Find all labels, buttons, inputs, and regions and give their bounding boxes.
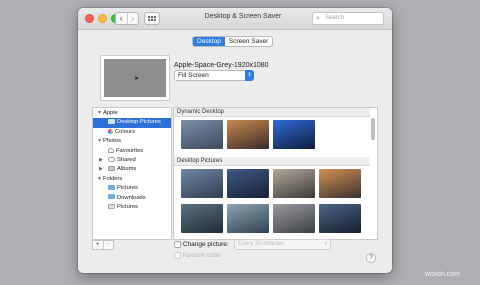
chevron-updown-icon: ⇕ xyxy=(323,241,328,247)
section-header-dynamic: Dynamic Desktop xyxy=(174,108,370,117)
random-order-label: Random order xyxy=(182,253,222,260)
tab-screen-saver[interactable]: Screen Saver xyxy=(225,37,272,46)
wallpaper-thumb[interactable] xyxy=(273,169,315,198)
wallpaper-thumb[interactable] xyxy=(181,120,223,149)
sidebar-item-downloads[interactable]: Downloads xyxy=(93,194,171,203)
wallpaper-preview: ➤ xyxy=(100,55,170,101)
sidebar-item-pictures-2[interactable]: Pictures xyxy=(93,203,171,212)
folder-icon xyxy=(108,194,115,200)
random-order-checkbox[interactable] xyxy=(174,252,181,259)
change-picture-option[interactable]: Change picture: xyxy=(174,241,229,248)
sidebar-group-folders[interactable]: ▼Folders xyxy=(93,175,171,184)
tab-desktop[interactable]: Desktop xyxy=(193,37,225,46)
search-placeholder: Search xyxy=(325,15,345,21)
sidebar-group-label: Photos xyxy=(102,138,122,145)
forward-button[interactable]: › xyxy=(126,13,139,24)
sidebar-item-pictures[interactable]: Pictures xyxy=(93,184,171,193)
sidebar-item-label: Albums xyxy=(117,166,137,173)
cloud-icon xyxy=(108,156,115,162)
cursor-icon: ➤ xyxy=(134,76,140,82)
search-input[interactable]: ⌕ Search xyxy=(312,12,384,25)
wallpaper-name: Apple-Space-Grey-1920x1080 xyxy=(174,62,269,69)
sidebar-item-label: Downloads xyxy=(117,194,146,201)
sidebar-item-colours[interactable]: Colours xyxy=(93,128,171,137)
disclosure-closed-icon[interactable]: ▶ xyxy=(99,165,103,174)
wallpaper-thumb[interactable] xyxy=(227,120,269,149)
wallpaper-thumb[interactable] xyxy=(319,169,361,198)
disclosure-closed-icon[interactable]: ▶ xyxy=(99,156,103,165)
disclosure-open-icon: ▼ xyxy=(97,110,102,116)
sidebar-group-photos[interactable]: ▼Photos xyxy=(93,137,171,146)
sidebar-group-label: Apple xyxy=(102,110,118,116)
random-order-option[interactable]: Random order xyxy=(174,252,221,259)
sidebar-item-desktop-pictures[interactable]: Desktop Pictures xyxy=(93,118,171,128)
wallpaper-thumb[interactable] xyxy=(181,204,223,233)
add-remove-control: + − xyxy=(92,240,114,250)
wallpaper-thumb[interactable] xyxy=(227,204,269,233)
source-list: ▼Apple Desktop Pictures Colours ▼Photos … xyxy=(92,107,172,240)
gallery-scrollbar[interactable] xyxy=(371,110,376,238)
search-icon: ⌕ xyxy=(316,15,320,22)
change-picture-label: Change picture: xyxy=(182,241,229,249)
sidebar-item-label: Shared xyxy=(117,156,136,163)
album-icon xyxy=(108,166,115,172)
minimize-button[interactable] xyxy=(98,14,107,23)
scrollbar-knob[interactable] xyxy=(371,118,375,140)
wallpaper-thumb[interactable] xyxy=(319,204,361,233)
back-button[interactable]: ‹ xyxy=(116,13,127,24)
wallpaper-thumb[interactable] xyxy=(273,120,315,149)
sidebar-item-label: Pictures xyxy=(117,203,138,210)
tab-bar: Desktop Screen Saver xyxy=(192,36,274,47)
watermark: wsxdn.com xyxy=(425,271,461,278)
disclosure-open-icon: ▼ xyxy=(97,138,102,145)
title-bar: ‹ › Desktop & Screen Saver ⌕ Search xyxy=(78,8,392,30)
sidebar-item-label: Pictures xyxy=(117,185,138,192)
grid-icon xyxy=(148,16,150,18)
sidebar-item-label: Desktop Pictures xyxy=(117,119,161,126)
sidebar-item-albums[interactable]: ▶ Albums xyxy=(93,165,171,174)
sidebar-item-label: Favourites xyxy=(116,147,144,154)
close-button[interactable] xyxy=(85,14,94,23)
sidebar-item-favourites[interactable]: Favourites xyxy=(93,147,171,156)
fill-mode-select[interactable]: Fill Screen ⇕ xyxy=(174,70,254,81)
fill-mode-value: Fill Screen xyxy=(178,72,209,79)
sidebar-item-shared[interactable]: ▶ Shared xyxy=(93,156,171,165)
show-all-button[interactable] xyxy=(144,12,160,25)
interval-value: Every 30 minutes xyxy=(238,241,285,247)
wallpaper-gallery: Dynamic Desktop Desktop Pictures xyxy=(173,107,378,240)
wallpaper-thumb[interactable] xyxy=(181,169,223,198)
folder-icon xyxy=(108,119,115,125)
back-forward-control: ‹ › xyxy=(115,12,139,25)
disclosure-open-icon: ▼ xyxy=(97,175,102,182)
remove-folder-button[interactable]: − xyxy=(102,241,114,249)
add-folder-button[interactable]: + xyxy=(93,241,103,249)
window-title: Desktop & Screen Saver xyxy=(204,13,282,20)
preferences-window: ‹ › Desktop & Screen Saver ⌕ Search Desk… xyxy=(78,8,392,273)
interval-select[interactable]: Every 30 minutes ⇕ xyxy=(234,239,331,250)
change-picture-checkbox[interactable] xyxy=(174,241,181,248)
document-icon xyxy=(108,203,115,209)
sidebar-group-label: Folders xyxy=(102,175,123,182)
folder-icon xyxy=(108,185,115,191)
wallpaper-thumb[interactable] xyxy=(227,169,269,198)
wallpaper-thumb[interactable] xyxy=(273,204,315,233)
chevron-updown-icon: ⇕ xyxy=(245,70,254,81)
heart-icon xyxy=(108,147,114,153)
help-button[interactable]: ? xyxy=(366,253,376,263)
sidebar-item-label: Colours xyxy=(115,128,135,135)
color-wheel-icon xyxy=(108,128,113,134)
sidebar-group-apple[interactable]: ▼Apple xyxy=(93,109,171,118)
section-header-desktop-pictures: Desktop Pictures xyxy=(174,157,370,166)
